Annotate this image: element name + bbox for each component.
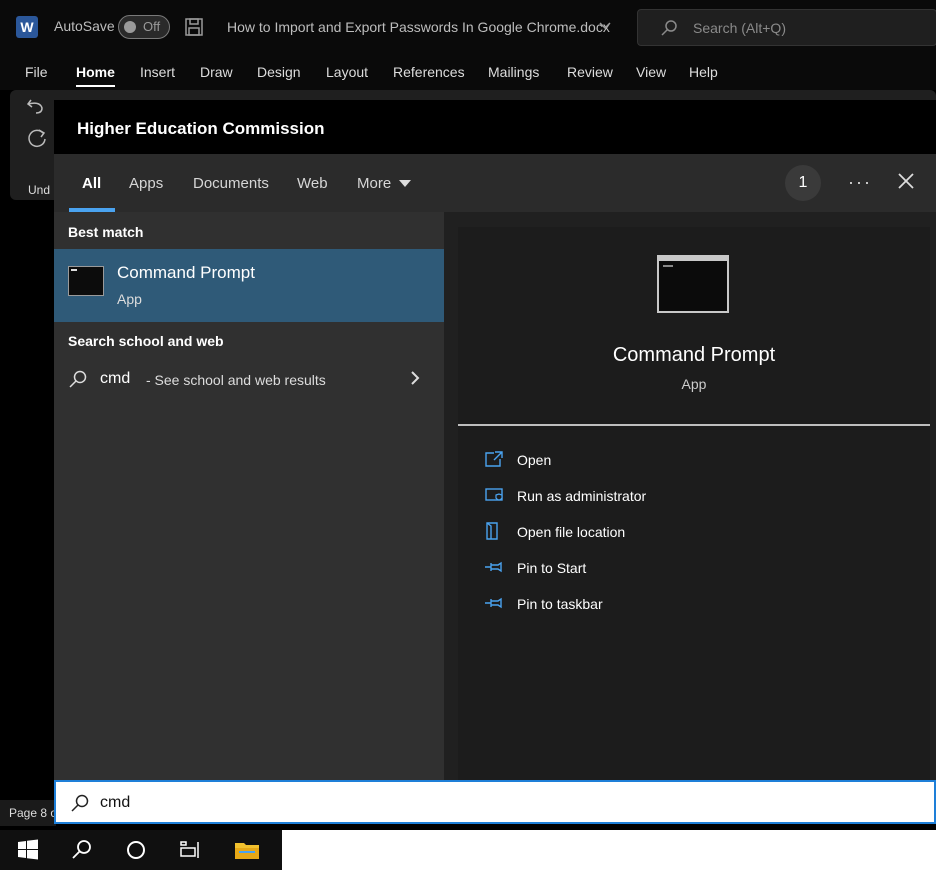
best-match-result[interactable]: Command Prompt App: [54, 249, 444, 322]
shield-icon: [485, 488, 503, 501]
taskbar-blank-area: [282, 830, 936, 870]
tab-all[interactable]: All: [82, 175, 101, 192]
rewards-badge[interactable]: 1: [785, 165, 821, 201]
command-prompt-icon: [68, 266, 104, 296]
action-label: Pin to Start: [517, 560, 587, 576]
pin-icon: [485, 597, 502, 609]
ribbon-tab-review[interactable]: Review: [567, 64, 613, 80]
autosave-label: AutoSave: [54, 18, 115, 34]
autosave-state: Off: [143, 19, 161, 34]
caret-down-icon[interactable]: [399, 180, 411, 187]
ribbon-tab-help[interactable]: Help: [689, 64, 718, 80]
action-open-file-location[interactable]: Open file location: [482, 520, 902, 546]
close-icon[interactable]: [896, 171, 916, 191]
result-name: Command Prompt: [117, 263, 255, 282]
tab-apps[interactable]: Apps: [129, 175, 163, 192]
action-label: Open: [517, 452, 552, 468]
taskbar-search-input[interactable]: cmd: [54, 780, 936, 824]
ribbon-tab-references[interactable]: References: [393, 64, 465, 80]
more-options-icon[interactable]: ···: [848, 172, 872, 193]
autosave-toggle[interactable]: Off: [118, 15, 170, 39]
web-query: cmd: [100, 370, 131, 387]
panel-header: Higher Education Commission: [54, 100, 936, 154]
word-logo-icon: W: [16, 16, 38, 38]
undo-label: Und: [28, 183, 51, 197]
web-query-suffix: - See school and web results: [146, 372, 326, 388]
undo-icon[interactable]: [26, 97, 46, 115]
document-title[interactable]: How to Import and Export Passwords In Go…: [227, 19, 610, 35]
search-icon: [661, 20, 677, 36]
action-open[interactable]: Open: [482, 448, 902, 474]
action-label: Pin to taskbar: [517, 596, 603, 612]
open-icon: [485, 451, 503, 467]
status-bar: Page 8 o: [0, 800, 57, 826]
result-detail-pane: Command Prompt App Open Run as administr…: [458, 227, 930, 780]
web-section-label: Search school and web: [68, 333, 224, 349]
task-view-icon[interactable]: [178, 838, 202, 862]
windows-start-icon[interactable]: [16, 838, 40, 862]
search-icon: [71, 794, 89, 812]
tab-web[interactable]: Web: [297, 175, 328, 192]
ribbon-tab-file[interactable]: File: [25, 64, 48, 80]
detail-divider: [458, 424, 930, 426]
action-label: Run as administrator: [517, 488, 647, 504]
word-search-placeholder: Search (Alt+Q): [693, 20, 786, 36]
ribbon-tabs: File Home Insert Draw Design Layout Refe…: [0, 56, 936, 90]
chevron-down-icon[interactable]: [598, 19, 612, 33]
ribbon-tab-home[interactable]: Home: [76, 64, 115, 87]
action-pin-to-start[interactable]: Pin to Start: [482, 556, 902, 582]
ribbon-tab-view[interactable]: View: [636, 64, 666, 80]
file-location-icon: [486, 522, 498, 540]
organization-title: Higher Education Commission: [77, 119, 325, 138]
command-prompt-icon: [657, 255, 729, 313]
redo-icon[interactable]: [26, 127, 48, 149]
search-query: cmd: [100, 794, 131, 811]
tab-documents[interactable]: Documents: [193, 175, 269, 192]
pin-icon: [485, 561, 502, 573]
save-icon[interactable]: [184, 17, 204, 37]
search-icon[interactable]: [70, 838, 94, 862]
action-label: Open file location: [517, 524, 626, 540]
word-search-box[interactable]: Search (Alt+Q): [637, 9, 936, 46]
cortana-icon[interactable]: [124, 838, 148, 862]
ribbon-tab-design[interactable]: Design: [257, 64, 301, 80]
ribbon-tab-draw[interactable]: Draw: [200, 64, 233, 80]
page-indicator[interactable]: Page 8 o: [9, 806, 57, 820]
ribbon-tab-layout[interactable]: Layout: [326, 64, 368, 80]
ribbon-tab-mailings[interactable]: Mailings: [488, 64, 539, 80]
web-search-result[interactable]: cmd - See school and web results: [54, 360, 444, 400]
word-title-bar: W AutoSave Off How to Import and Export …: [0, 0, 936, 56]
action-run-as-admin[interactable]: Run as administrator: [482, 484, 902, 510]
toggle-knob: [124, 21, 136, 33]
search-icon: [69, 370, 87, 388]
tab-more[interactable]: More: [357, 175, 391, 192]
best-match-label: Best match: [68, 224, 144, 240]
result-type: App: [117, 291, 142, 307]
action-pin-to-taskbar[interactable]: Pin to taskbar: [482, 592, 902, 618]
results-list: Best match Command Prompt App Search sch…: [54, 212, 444, 780]
ribbon-tab-insert[interactable]: Insert: [140, 64, 175, 80]
detail-type: App: [681, 376, 707, 392]
file-explorer-icon[interactable]: [234, 838, 260, 862]
chevron-right-icon[interactable]: [409, 370, 421, 386]
detail-name: Command Prompt: [612, 344, 776, 366]
taskbar: [0, 830, 282, 870]
